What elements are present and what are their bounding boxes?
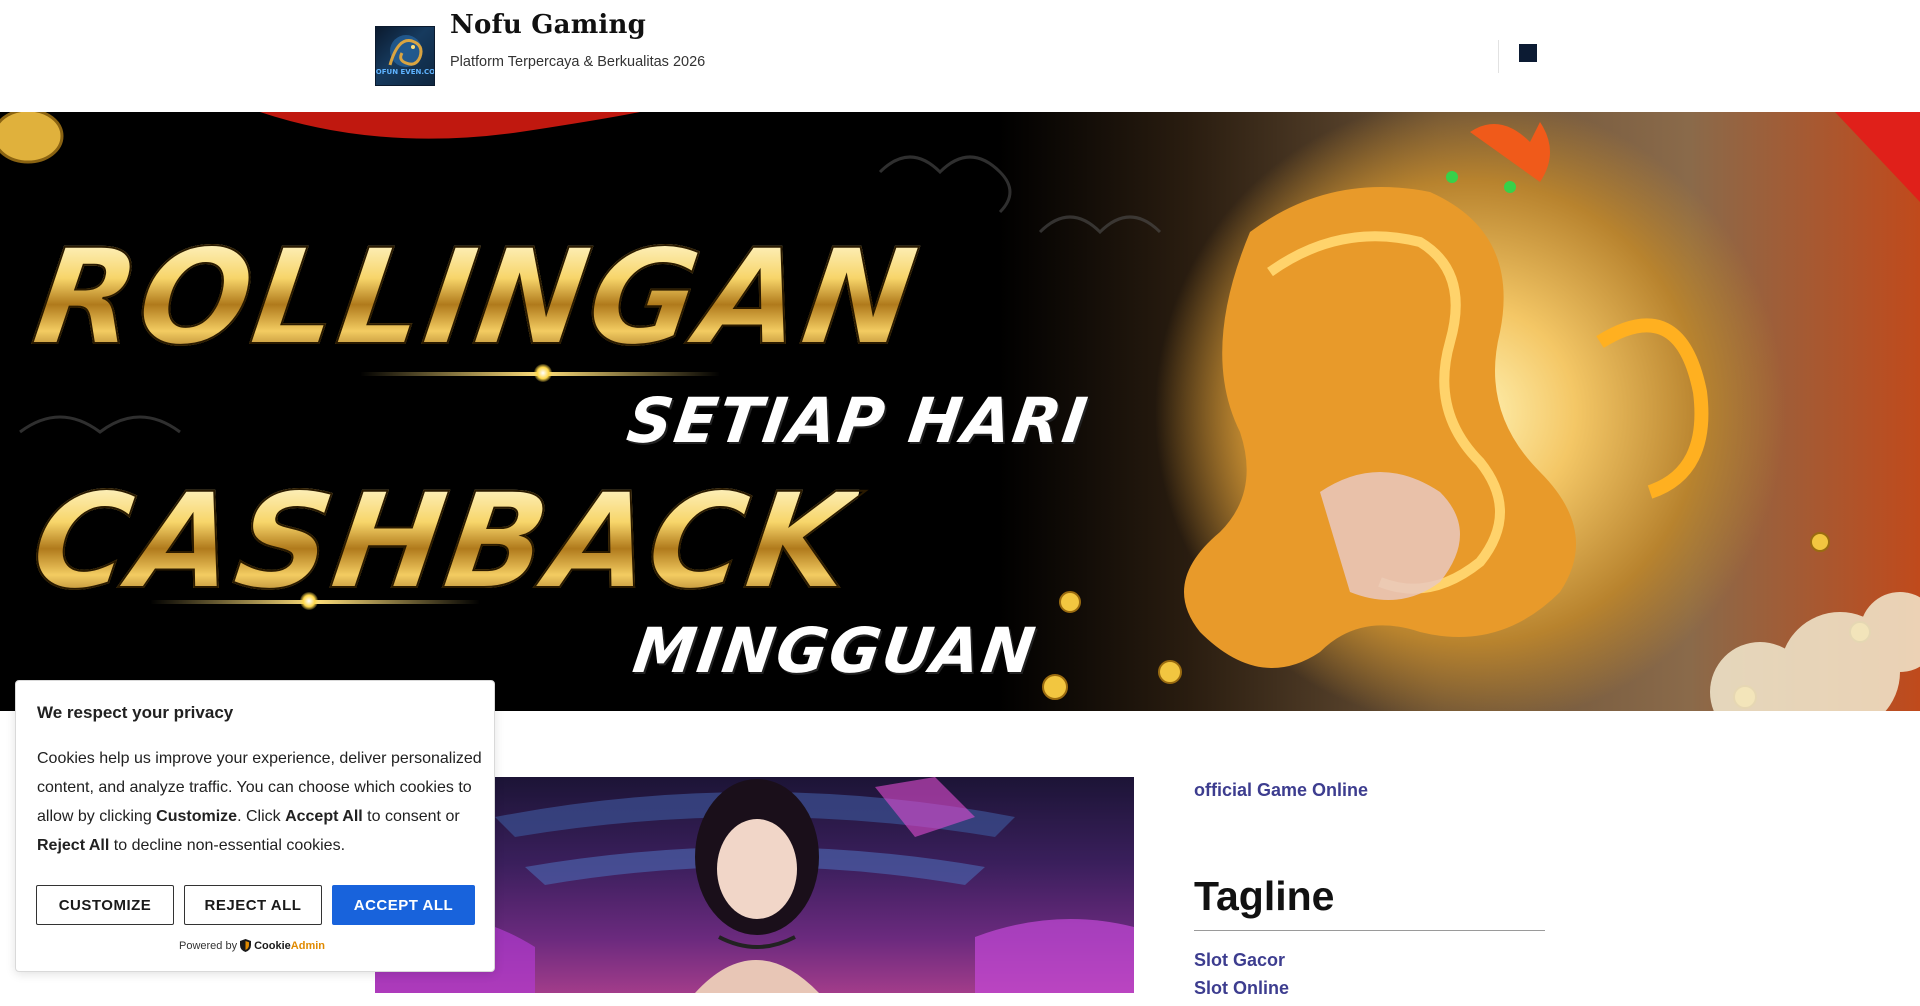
accept-all-button[interactable]: ACCEPT ALL [332, 885, 475, 925]
gold-flare [534, 364, 552, 382]
cookieadmin-brand[interactable]: CookieAdmin [254, 940, 325, 952]
site-title[interactable]: Nofu Gaming [450, 10, 646, 40]
site-tagline: Platform Terpercaya & Berkualitas 2026 [450, 54, 706, 70]
gold-flare [300, 592, 318, 610]
reject-all-button[interactable]: REJECT ALL [184, 885, 322, 925]
customize-button[interactable]: CUSTOMIZE [36, 885, 174, 925]
sidebar-link-slot-gacor[interactable]: Slot Gacor [1194, 950, 1285, 970]
sidebar-heading: Tagline [1194, 873, 1335, 919]
site-logo[interactable]: NOFUN EVEN.COM [375, 26, 435, 86]
hero-banner: ROLLINGAN SETIAP HARI CASHBACK MINGGUAN [0, 112, 1920, 711]
cookie-description: Cookies help us improve your experience,… [37, 750, 482, 854]
sidebar-link-list: Slot Gacor Slot Online [1194, 950, 1289, 1006]
official-game-online-link[interactable]: official Game Online [1194, 780, 1368, 801]
hero-line-rollingan: ROLLINGAN [24, 220, 928, 376]
hero-line-mingguan: MINGGUAN [628, 614, 1042, 687]
hero-line-cashback: CASHBACK [22, 464, 864, 620]
shield-icon [240, 939, 252, 952]
cookie-powered-by: Powered by CookieAdmin [179, 939, 325, 952]
cookie-consent-banner: We respect your privacy Cookies help us … [15, 680, 495, 972]
dragon-logo-icon: NOFUN EVEN.COM [376, 35, 435, 76]
hero-line-setiap-hari: SETIAP HARI [622, 384, 1094, 457]
menu-square-icon[interactable] [1519, 44, 1537, 62]
list-item: Slot Gacor [1194, 950, 1289, 978]
list-item: Slot Online [1194, 978, 1289, 1006]
header-divider [1498, 40, 1499, 73]
cookie-title: We respect your privacy [37, 703, 234, 722]
powered-by-label: Powered by [179, 939, 238, 952]
sidebar-divider [1194, 930, 1545, 931]
sidebar-link-slot-online[interactable]: Slot Online [1194, 978, 1289, 998]
site-header: NOFUN EVEN.COM Nofu Gaming Platform Terp… [0, 0, 1920, 112]
svg-text:NOFUN EVEN.COM: NOFUN EVEN.COM [376, 68, 435, 76]
